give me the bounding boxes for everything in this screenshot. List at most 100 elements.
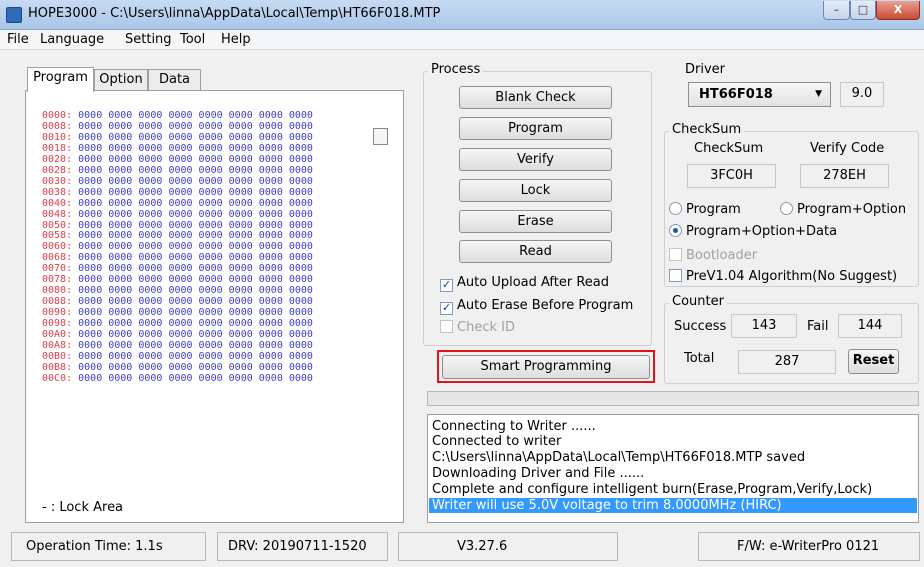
checkmark-icon: ✓	[440, 278, 453, 292]
maximize-button[interactable]: □	[850, 1, 876, 20]
operation-time-text: Operation Time: 1.1s	[26, 539, 163, 554]
hex-address: 0000:	[42, 110, 73, 121]
version-text: V3.27.6	[457, 539, 508, 554]
program-tab-panel: 0000: 0000 0000 0000 0000 0000 0000 0000…	[25, 90, 404, 523]
auto-erase-label: Auto Erase Before Program	[457, 298, 634, 313]
app-icon	[6, 7, 22, 23]
status-operation-time: Operation Time: 1.1s	[11, 532, 206, 561]
log-output[interactable]: Connecting to Writer ...... Connected to…	[427, 414, 919, 523]
hex-values: 0000 0000 0000 0000 0000 0000 0000 0000	[78, 153, 313, 165]
hex-row: 00C0: 0000 0000 0000 0000 0000 0000 0000…	[42, 372, 313, 385]
hex-address: 0068:	[42, 252, 73, 264]
blank-check-button[interactable]: Blank Check	[459, 86, 612, 109]
hex-values: 0000 0000 0000 0000 0000 0000 0000 0000	[78, 307, 313, 319]
empty-checkbox-icon	[440, 320, 453, 333]
success-count: 143	[731, 314, 797, 338]
radio-program[interactable]: Program	[669, 202, 741, 217]
hex-address: 00A8:	[42, 340, 73, 352]
driver-select[interactable]: HT66F018 ▼	[688, 82, 831, 107]
hex-values: 0000 0000 0000 0000 0000 0000 0000 0000	[78, 110, 313, 121]
hex-address: 0048:	[42, 208, 73, 220]
hex-address: 0078:	[42, 274, 73, 286]
hex-values: 0000 0000 0000 0000 0000 0000 0000 0000	[78, 131, 313, 143]
lock-area-legend: - : Lock Area	[42, 500, 124, 515]
hex-address: 00B0:	[42, 350, 73, 362]
read-button[interactable]: Read	[459, 240, 612, 263]
hex-values: 0000 0000 0000 0000 0000 0000 0000 0000	[78, 219, 313, 231]
auto-upload-label: Auto Upload After Read	[457, 275, 610, 290]
hex-address: 0030:	[42, 175, 73, 187]
hex-address: 00C0:	[42, 372, 73, 384]
log-line: Connected to writer	[432, 434, 562, 449]
progress-bar	[427, 391, 919, 406]
log-line: Downloading Driver and File ......	[432, 466, 645, 481]
radio-off-icon	[669, 202, 682, 215]
hex-values: 0000 0000 0000 0000 0000 0000 0000 0000	[78, 350, 313, 362]
tab-program[interactable]: Program	[27, 67, 94, 92]
hex-values: 0000 0000 0000 0000 0000 0000 0000 0000	[78, 241, 313, 253]
erase-button[interactable]: Erase	[459, 210, 612, 233]
menu-help[interactable]: Help	[221, 32, 251, 47]
bootloader-label: Bootloader	[686, 248, 758, 263]
minimize-button[interactable]: –	[823, 1, 850, 20]
log-line: Complete and configure intelligent burn(…	[432, 482, 873, 497]
tab-data[interactable]: Data	[148, 69, 201, 91]
process-label: Process	[428, 62, 484, 77]
hex-dump: 0000: 0000 0000 0000 0000 0000 0000 0000…	[42, 110, 313, 385]
close-button[interactable]: X	[876, 1, 920, 20]
check-id-checkbox[interactable]: Check ID	[440, 320, 515, 335]
dropdown-arrow-icon: ▼	[815, 89, 822, 99]
fail-label: Fail	[807, 319, 829, 334]
status-firmware: F/W: e-WriterPro 0121	[698, 532, 920, 561]
counter-label: Counter	[669, 294, 727, 309]
menu-language[interactable]: Language	[40, 32, 104, 47]
title-bar: HOPE3000 - C:\Users\linna\AppData\Local\…	[0, 0, 924, 30]
radio-program-option-label: Program+Option	[797, 202, 907, 217]
success-label: Success	[674, 319, 727, 334]
hex-address: 00A0:	[42, 329, 73, 341]
auto-upload-checkbox[interactable]: ✓ Auto Upload After Read	[440, 275, 609, 292]
hex-address: 0040:	[42, 197, 73, 209]
hex-values: 0000 0000 0000 0000 0000 0000 0000 0000	[78, 120, 313, 132]
log-line-selected: Writer will use 5.0V voltage to trim 8.0…	[429, 498, 917, 513]
radio-program-option-data[interactable]: Program+Option+Data	[669, 224, 837, 239]
menu-setting[interactable]: Setting	[125, 32, 172, 47]
program-button[interactable]: Program	[459, 117, 612, 140]
hex-values: 0000 0000 0000 0000 0000 0000 0000 0000	[78, 340, 313, 352]
reset-button[interactable]: Reset	[848, 349, 899, 374]
firmware-text: F/W: e-WriterPro 0121	[737, 539, 880, 554]
hex-values: 0000 0000 0000 0000 0000 0000 0000 0000	[78, 329, 313, 341]
driver-label: Driver	[682, 62, 729, 77]
hex-values: 0000 0000 0000 0000 0000 0000 0000 0000	[78, 285, 313, 297]
checksum-column-header: CheckSum	[694, 141, 764, 156]
total-count: 287	[738, 350, 836, 374]
drv-text: DRV: 20190711-1520	[228, 539, 367, 554]
fail-count: 144	[838, 314, 902, 338]
hex-address: 0008:	[42, 120, 73, 132]
hex-address: 0020:	[42, 153, 73, 165]
status-drv: DRV: 20190711-1520	[217, 532, 388, 561]
verify-code-value: 278EH	[800, 164, 889, 188]
hex-values: 0000 0000 0000 0000 0000 0000 0000 0000	[78, 186, 313, 198]
menu-bar: File Language Setting Tool Help	[0, 30, 924, 50]
auto-erase-checkbox[interactable]: ✓ Auto Erase Before Program	[440, 298, 633, 315]
hex-values: 0000 0000 0000 0000 0000 0000 0000 0000	[78, 175, 313, 187]
hex-values: 0000 0000 0000 0000 0000 0000 0000 0000	[78, 274, 313, 286]
radio-program-option[interactable]: Program+Option	[780, 202, 906, 217]
lock-button[interactable]: Lock	[459, 179, 612, 202]
hex-address: 0088:	[42, 296, 73, 308]
prev-algorithm-checkbox[interactable]: PreV1.04 Algorithm(No Suggest)	[669, 269, 897, 284]
verify-button[interactable]: Verify	[459, 148, 612, 171]
log-line: C:\Users\linna\AppData\Local\Temp\HT66F0…	[432, 450, 806, 465]
bootloader-checkbox[interactable]: Bootloader	[669, 248, 757, 263]
menu-tool[interactable]: Tool	[180, 32, 205, 47]
radio-off-icon	[780, 202, 793, 215]
hex-address: 0010:	[42, 131, 73, 143]
tab-option[interactable]: Option	[94, 69, 148, 91]
status-version: V3.27.6	[398, 532, 618, 561]
total-label: Total	[684, 351, 715, 366]
scrollbar-thumb[interactable]	[373, 128, 388, 145]
menu-file[interactable]: File	[7, 32, 29, 47]
hex-address: 0038:	[42, 186, 73, 198]
hex-values: 0000 0000 0000 0000 0000 0000 0000 0000	[78, 197, 313, 209]
